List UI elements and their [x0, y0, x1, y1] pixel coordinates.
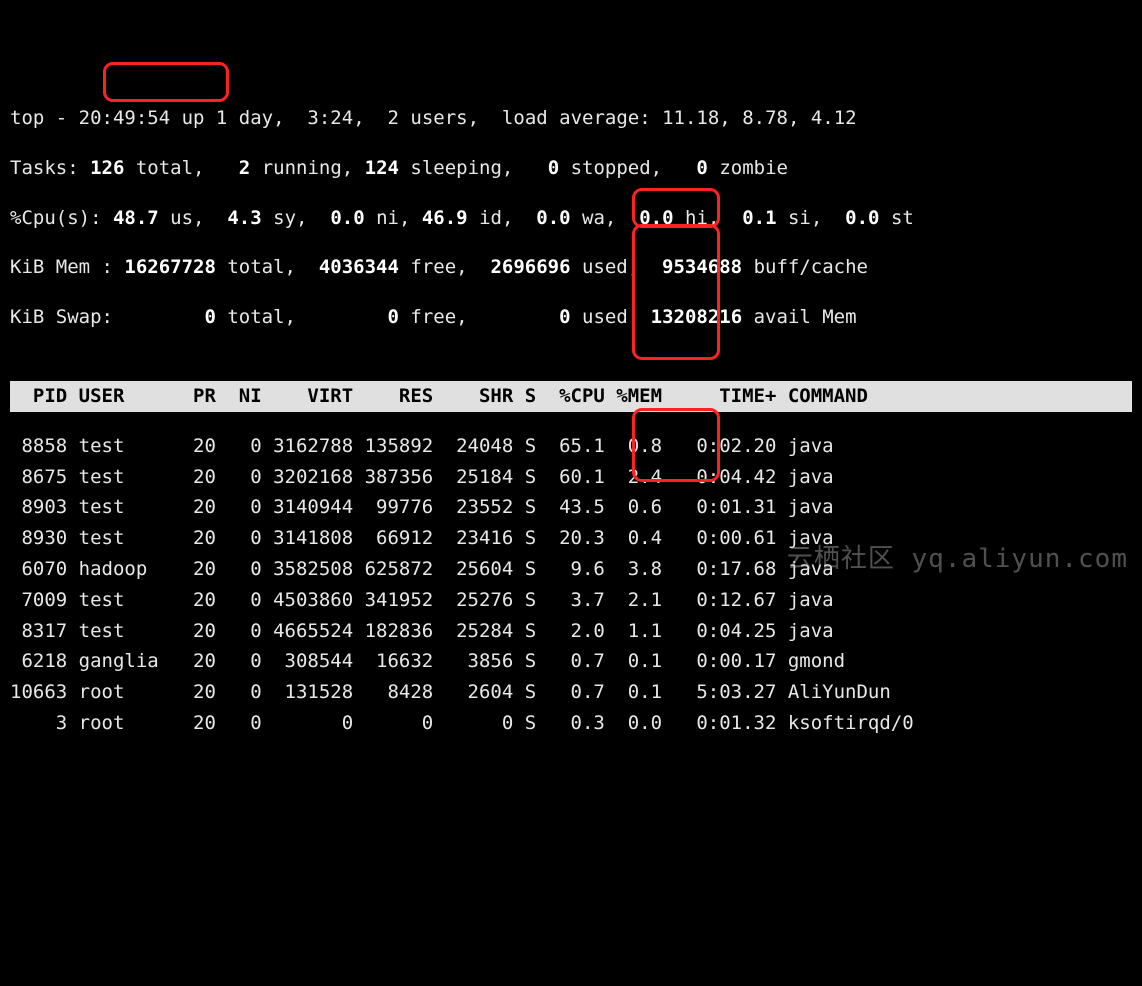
- top-swap-line: KiB Swap: 0 total, 0 free, 0 used. 13208…: [10, 302, 1132, 333]
- process-row: 10663 root 20 0 131528 8428 2604 S 0.7 0…: [10, 677, 1132, 708]
- process-row: 8675 test 20 0 3202168 387356 25184 S 60…: [10, 462, 1132, 493]
- watermark: 云栖社区 yq.aliyun.com: [787, 546, 1128, 572]
- process-row: 8317 test 20 0 4665524 182836 25284 S 2.…: [10, 616, 1132, 647]
- process-row: 8903 test 20 0 3140944 99776 23552 S 43.…: [10, 492, 1132, 523]
- top-mem-line: KiB Mem : 16267728 total, 4036344 free, …: [10, 252, 1132, 283]
- top-upline: top - 20:49:54 up 1 day, 3:24, 2 users, …: [10, 103, 1132, 134]
- process-row: 8858 test 20 0 3162788 135892 24048 S 65…: [10, 431, 1132, 462]
- process-list: 8858 test 20 0 3162788 135892 24048 S 65…: [10, 431, 1132, 739]
- highlight-cpu-us: [103, 62, 229, 102]
- process-header: PID USER PR NI VIRT RES SHR S %CPU %MEM …: [10, 381, 1132, 412]
- process-row: 7009 test 20 0 4503860 341952 25276 S 3.…: [10, 585, 1132, 616]
- top-cpu-line: %Cpu(s): 48.7 us, 4.3 sy, 0.0 ni, 46.9 i…: [10, 203, 1132, 234]
- highlight-cpu-top4: [632, 224, 720, 360]
- process-row: 6218 ganglia 20 0 308544 16632 3856 S 0.…: [10, 646, 1132, 677]
- process-row: 3 root 20 0 0 0 0 S 0.3 0.0 0:01.32 ksof…: [10, 708, 1132, 739]
- top-tasks-line: Tasks: 126 total, 2 running, 124 sleepin…: [10, 153, 1132, 184]
